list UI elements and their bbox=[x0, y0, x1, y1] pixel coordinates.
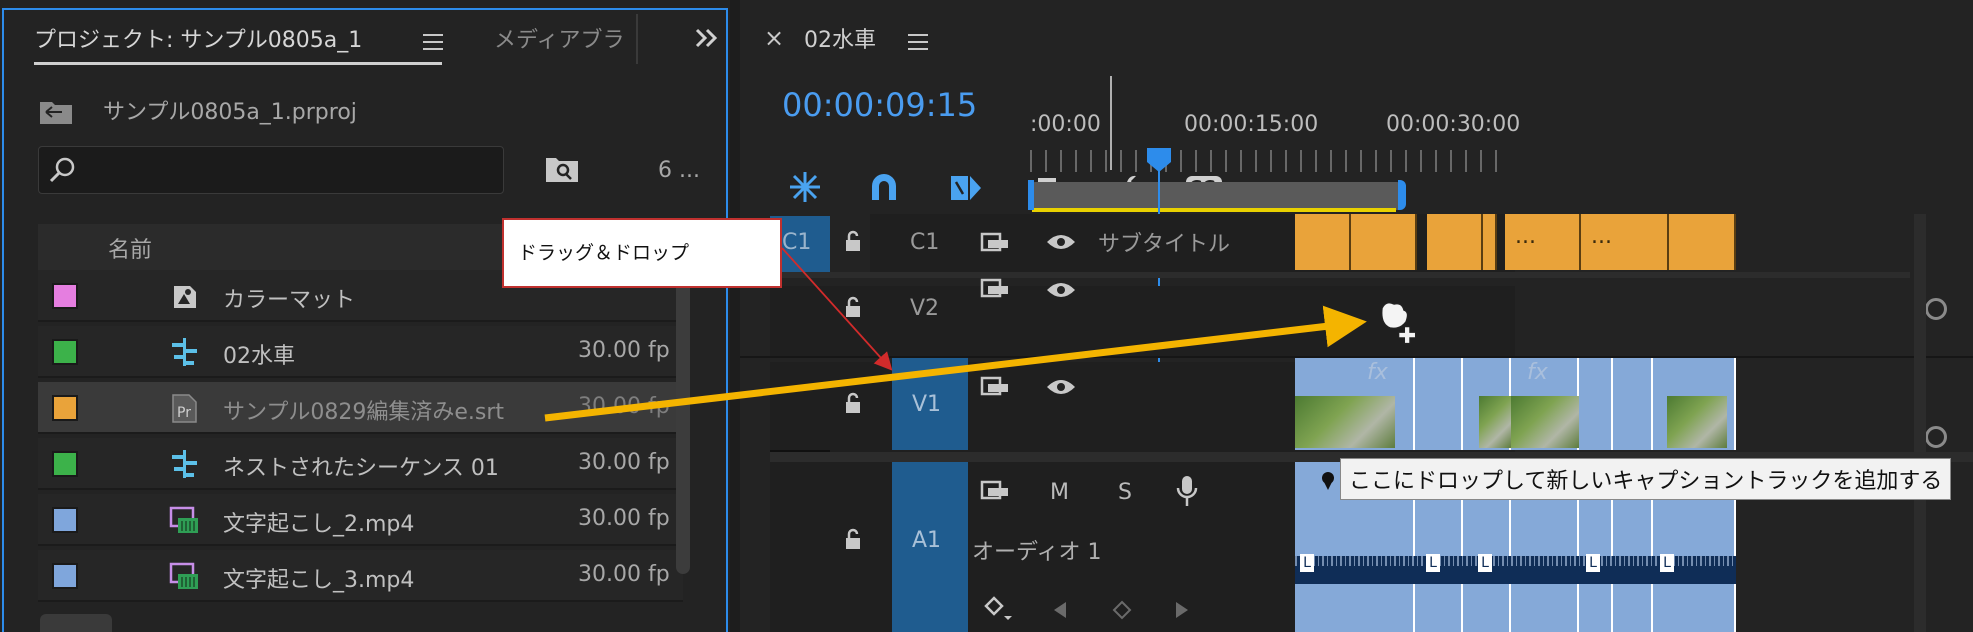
callout-pointer-arrow bbox=[781, 247, 893, 371]
annotation-arrows bbox=[544, 247, 1367, 422]
drag-path-arrow bbox=[544, 305, 1367, 422]
